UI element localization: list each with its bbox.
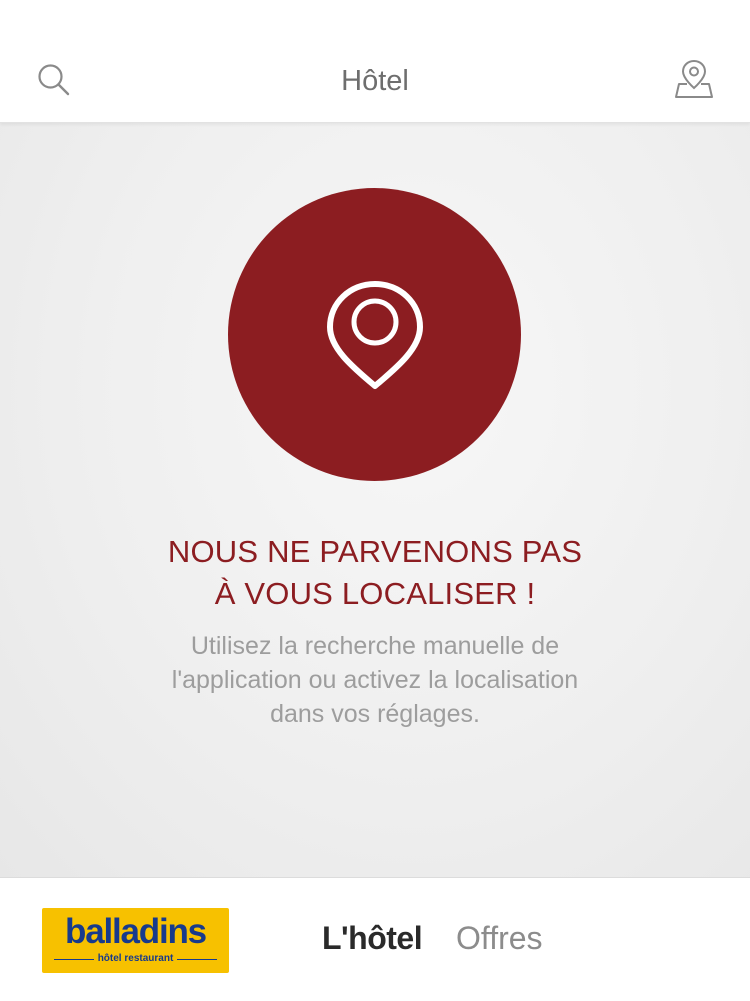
location-pin-icon bbox=[327, 281, 423, 389]
logo-brand: balladins bbox=[65, 912, 207, 951]
top-bar: Hôtel bbox=[0, 0, 750, 123]
bottom-tab-bar: balladins hôtel restaurant L'hôtel Offre… bbox=[0, 877, 750, 1001]
tab-offres[interactable]: Offres bbox=[456, 918, 543, 958]
location-error-panel: NOUS NE PARVENONS PAS À VOUS LOCALISER !… bbox=[0, 123, 750, 877]
page-title: Hôtel bbox=[341, 65, 409, 97]
error-message-line: dans vos réglages. bbox=[270, 700, 480, 728]
map-button[interactable] bbox=[674, 58, 714, 100]
error-message-line: l'application ou activez la localisation bbox=[171, 666, 579, 694]
tab-hotel[interactable]: L'hôtel bbox=[322, 918, 423, 958]
logo-divider bbox=[177, 959, 217, 960]
location-circle bbox=[228, 188, 521, 481]
error-title-line: NOUS NE PARVENONS PAS bbox=[167, 534, 583, 569]
balladins-logo[interactable]: balladins hôtel restaurant bbox=[42, 908, 229, 973]
error-title: NOUS NE PARVENONS PAS À VOUS LOCALISER ! bbox=[75, 531, 675, 615]
error-message: Utilisez la recherche manuelle de l'appl… bbox=[115, 629, 635, 731]
error-title-line: À VOUS LOCALISER ! bbox=[214, 576, 536, 611]
error-message-line: Utilisez la recherche manuelle de bbox=[190, 632, 560, 660]
map-pin-icon bbox=[675, 59, 713, 98]
